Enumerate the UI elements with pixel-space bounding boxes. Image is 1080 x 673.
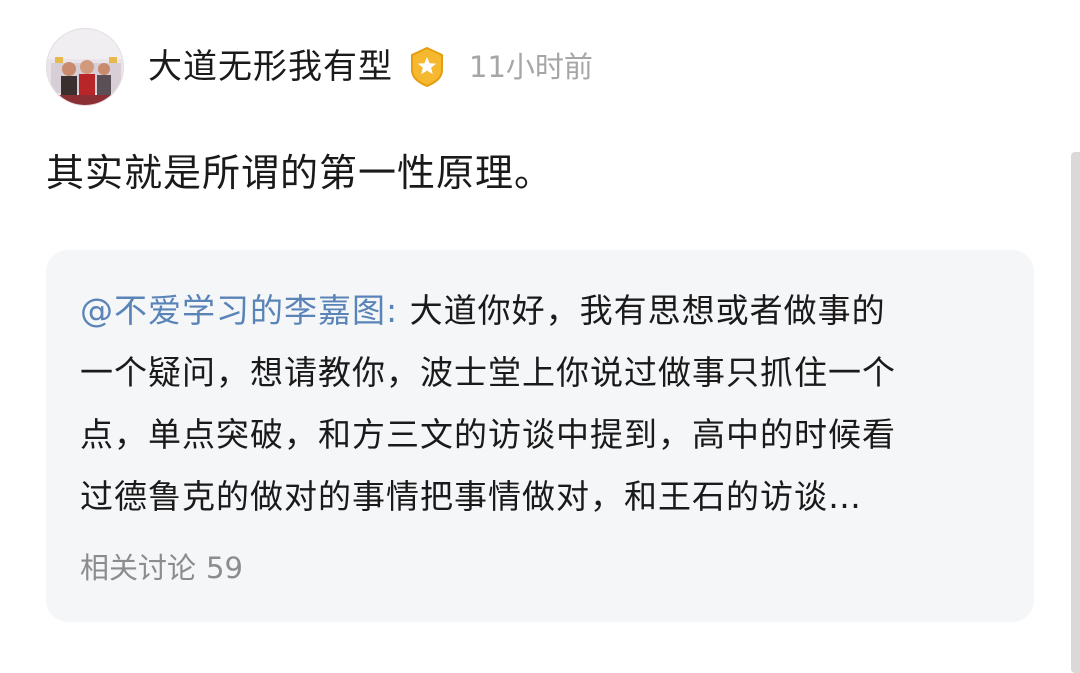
quote-line: 过德鲁克的做对的事情把事情做对，和王石的访谈… — [80, 477, 862, 516]
quoted-post-card[interactable]: @不爱学习的李嘉图: 大道你好，我有思想或者做事的 一个疑问，想请教你，波士堂上… — [46, 250, 1034, 622]
related-discussion-label: 相关讨论 — [80, 551, 197, 585]
quote-line: 一个疑问，想请教你，波士堂上你说过做事只抓住一个 — [80, 353, 896, 392]
gold-star-badge-icon — [407, 46, 447, 88]
quoted-post-text: @不爱学习的李嘉图: 大道你好，我有思想或者做事的 一个疑问，想请教你，波士堂上… — [80, 280, 1010, 528]
quote-line: 点，单点突破，和方三文的访谈中提到，高中的时候看 — [80, 415, 896, 454]
quote-line-text: 大道你好，我有思想或者做事的 — [398, 291, 886, 330]
post-content: 其实就是所谓的第一性原理。 — [46, 151, 554, 195]
post-time: 11小时前 — [469, 49, 593, 84]
mention-link[interactable]: @不爱学习的李嘉图: — [80, 291, 398, 330]
post-header: 大道无形我有型 11小时前 — [46, 28, 593, 106]
avatar[interactable] — [46, 28, 124, 106]
related-discussion-count: 59 — [206, 551, 243, 585]
author-name[interactable]: 大道无形我有型 — [148, 50, 393, 84]
post-view: 大道无形我有型 11小时前 其实就是所谓的第一性原理。 @不爱学习的李嘉图: 大… — [0, 0, 1080, 673]
related-discussion-link[interactable]: 相关讨论 59 — [80, 554, 243, 583]
scrollbar[interactable] — [1071, 152, 1080, 673]
quote-line: @不爱学习的李嘉图: 大道你好，我有思想或者做事的 — [80, 280, 1010, 342]
